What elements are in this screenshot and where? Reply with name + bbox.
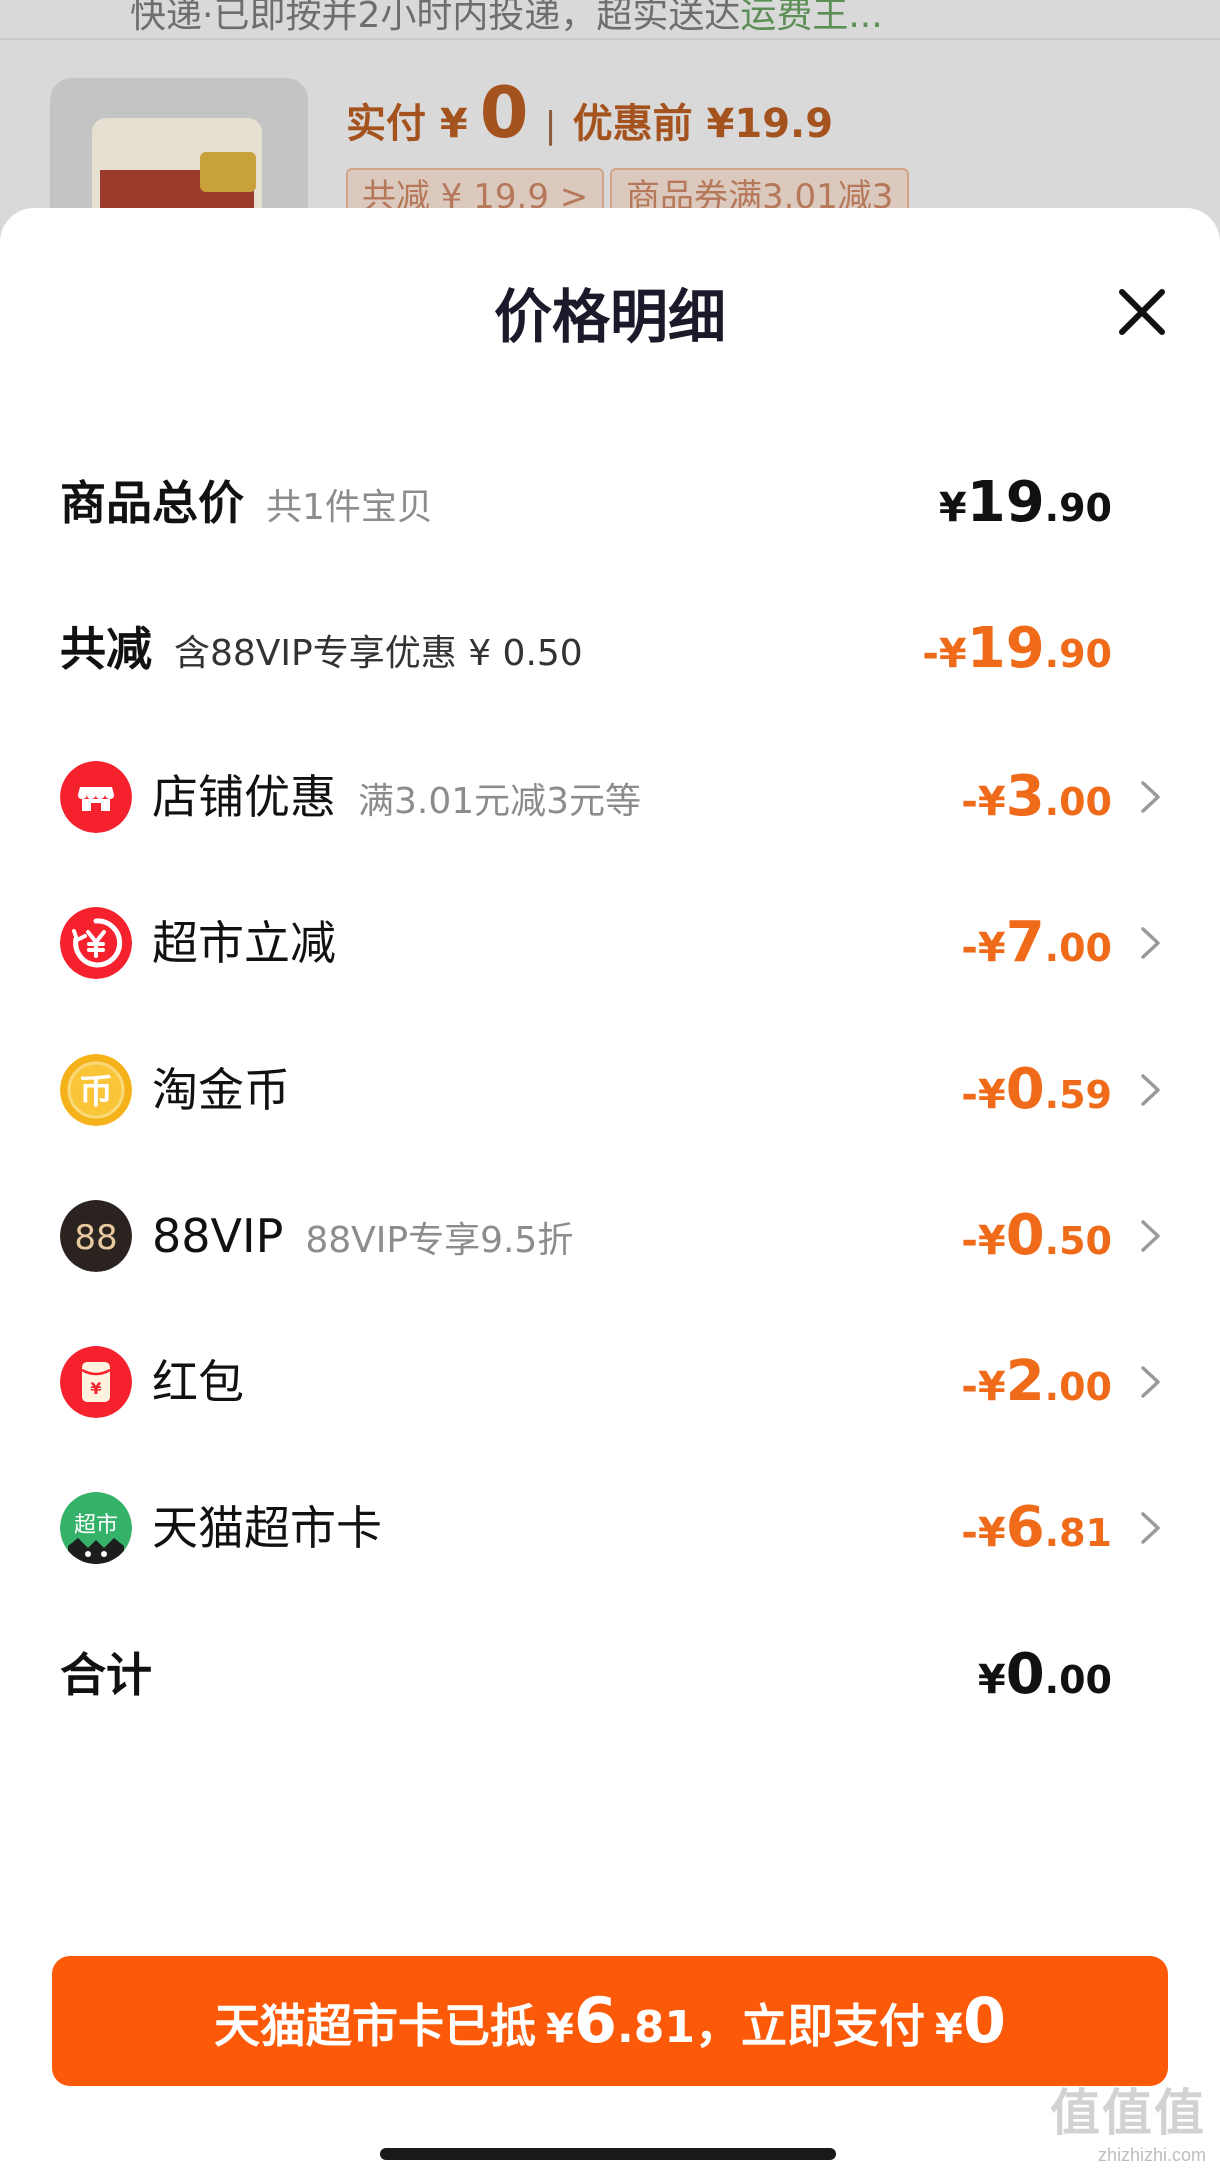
row-tmall-supermarket-card[interactable]: 超市 天猫超市卡 -¥6.81: [0, 1483, 1220, 1573]
gold-coin-icon: 币: [60, 1054, 132, 1126]
watermark-logo: 值值值: [1050, 2085, 1206, 2141]
paid-price: 实付 ¥0 | 优惠前 ¥19.9: [346, 72, 834, 154]
chevron-right-icon: [1141, 1074, 1160, 1106]
88vip-icon: 88: [60, 1200, 132, 1272]
row-label: 店铺优惠: [152, 770, 336, 824]
tmall-supermarket-card-icon: 超市: [60, 1492, 132, 1564]
row-sum: 合计 ¥0.00: [0, 1630, 1220, 1720]
row-sublabel: 含88VIP专享优惠 ¥ 0.50: [174, 633, 583, 674]
row-amount: -¥3.00: [961, 764, 1112, 829]
home-indicator: [380, 2148, 836, 2160]
row-amount: -¥6.81: [961, 1495, 1112, 1560]
svg-text:超市: 超市: [74, 1513, 118, 1538]
row-sublabel: 满3.01元减3元等: [358, 781, 642, 822]
sheet-title: 价格明细: [493, 283, 726, 351]
row-amount: -¥19.90: [922, 616, 1112, 681]
row-amount: -¥0.59: [961, 1057, 1112, 1122]
row-amount: -¥2.00: [961, 1349, 1112, 1414]
chevron-right-icon: [1141, 1512, 1160, 1544]
pay-button-text: 天猫超市卡已抵: [214, 1999, 537, 2053]
red-packet-icon: ¥: [60, 1346, 132, 1418]
row-label: 淘金币: [152, 1063, 290, 1117]
watermark: 值值值 zhizhizhi.com: [1050, 2073, 1206, 2166]
shop-icon: [60, 761, 132, 833]
row-sublabel: 共1件宝贝: [266, 487, 433, 528]
divider: [0, 38, 1220, 40]
pay-button[interactable]: 天猫超市卡已抵 ¥6.81，立即支付 ¥0: [52, 1956, 1168, 2086]
delivery-hint-link: 运费王...: [740, 0, 883, 36]
row-supermarket-discount[interactable]: 超市立减 -¥7.00: [0, 898, 1220, 988]
row-amount: ¥0.00: [977, 1642, 1112, 1707]
row-label: 合计: [60, 1648, 152, 1702]
row-label: 天猫超市卡: [152, 1501, 382, 1555]
yuan-coin-icon: [60, 907, 132, 979]
row-gold-coin[interactable]: 币 淘金币 -¥0.59: [0, 1045, 1220, 1135]
chevron-right-icon: [1141, 927, 1160, 959]
row-label: 超市立减: [152, 916, 336, 970]
delivery-hint: 快递·已即按并2小时内投递，超实送达运费王...: [130, 0, 883, 38]
svg-text:¥: ¥: [90, 1379, 101, 1398]
row-label: 商品总价: [60, 476, 244, 530]
row-red-packet[interactable]: ¥ 红包 -¥2.00: [0, 1337, 1220, 1427]
row-88vip[interactable]: 88 88VIP 88VIP专享9.5折 -¥0.50: [0, 1191, 1220, 1281]
row-label: 红包: [152, 1355, 244, 1409]
chevron-right-icon: [1141, 781, 1160, 813]
paid-value: 0: [479, 72, 529, 154]
row-total-discount: 共减 含88VIP专享优惠 ¥ 0.50 -¥19.90: [0, 604, 1220, 694]
delivery-hint-text: 快递·已即按并2小时内投递，超实送达: [130, 0, 741, 36]
svg-text:88: 88: [74, 1218, 117, 1258]
row-shop-discount[interactable]: 店铺优惠 满3.01元减3元等 -¥3.00: [0, 752, 1220, 842]
row-label: 88VIP: [152, 1209, 284, 1263]
close-button[interactable]: [1112, 282, 1172, 342]
chevron-right-icon: [1141, 1366, 1160, 1398]
row-amount: -¥0.50: [961, 1203, 1112, 1268]
watermark-url: zhizhizhi.com: [1097, 2145, 1206, 2165]
close-icon: [1119, 289, 1165, 335]
row-total-price: 商品总价 共1件宝贝 ¥19.90: [0, 458, 1220, 548]
row-amount: -¥7.00: [961, 910, 1112, 975]
row-sublabel: 88VIP专享9.5折: [305, 1220, 574, 1261]
price-detail-sheet: 价格明细 商品总价 共1件宝贝 ¥19.90 共减 含88VIP专享优惠 ¥ 0.5…: [0, 208, 1220, 2180]
paid-label: 实付 ¥: [346, 101, 468, 147]
chevron-right-icon: [1141, 1220, 1160, 1252]
row-amount: ¥19.90: [938, 470, 1112, 535]
price-before-discount: 优惠前 ¥19.9: [572, 101, 834, 147]
row-label: 共减: [60, 622, 152, 676]
svg-text:币: 币: [79, 1072, 113, 1112]
